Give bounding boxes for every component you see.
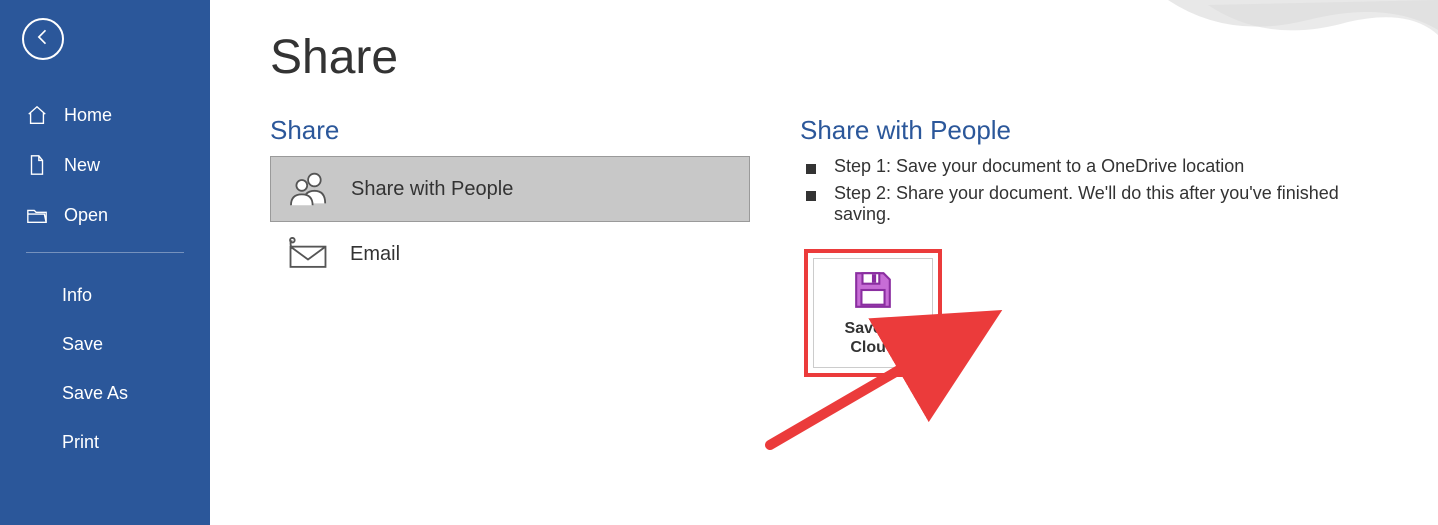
sidebar-item-new[interactable]: New (0, 140, 210, 190)
sidebar-item-label: Info (62, 285, 92, 305)
decorative-graphic (1168, 0, 1438, 60)
sidebar-item-home[interactable]: Home (0, 90, 210, 140)
sidebar-item-save-as[interactable]: Save As (0, 369, 210, 418)
sidebar-item-open[interactable]: Open (0, 190, 210, 240)
email-icon (284, 234, 332, 274)
back-button[interactable] (22, 18, 64, 60)
share-section-title: Share (270, 115, 750, 146)
open-folder-icon (26, 204, 48, 226)
share-step-1: Step 1: Save your document to a OneDrive… (800, 156, 1398, 177)
share-options-column: Share Share with People (270, 115, 750, 377)
home-icon (26, 104, 48, 126)
share-detail-title: Share with People (800, 115, 1398, 146)
share-option-email[interactable]: Email (270, 222, 750, 286)
sidebar-item-label: Save (62, 334, 103, 354)
backstage-sidebar: Home New Open Info Save Save As Print (0, 0, 210, 525)
share-steps: Step 1: Save your document to a OneDrive… (800, 156, 1398, 225)
new-doc-icon (26, 154, 48, 176)
share-option-share-with-people[interactable]: Share with People (270, 156, 750, 222)
annotation-highlight-box: Save to Cloud (804, 249, 942, 377)
sidebar-item-label: Open (64, 205, 108, 226)
backstage-view: Home New Open Info Save Save As Print (0, 0, 1438, 525)
sidebar-item-label: Home (64, 105, 112, 126)
people-icon (285, 169, 333, 209)
floppy-disk-icon (820, 269, 926, 311)
sidebar-item-save[interactable]: Save (0, 320, 210, 369)
step-text: Step 2: Share your document. We'll do th… (834, 183, 1398, 225)
share-detail-column: Share with People Step 1: Save your docu… (800, 115, 1398, 377)
sidebar-item-label: New (64, 155, 100, 176)
sidebar-item-info[interactable]: Info (0, 271, 210, 320)
sidebar-item-print[interactable]: Print (0, 418, 210, 467)
share-option-label: Share with People (351, 178, 513, 201)
bullet-icon (806, 191, 816, 201)
sidebar-item-label: Save As (62, 383, 128, 403)
share-step-2: Step 2: Share your document. We'll do th… (800, 183, 1398, 225)
share-option-label: Email (350, 243, 400, 266)
bullet-icon (806, 164, 816, 174)
step-text: Step 1: Save your document to a OneDrive… (834, 156, 1244, 177)
sidebar-item-label: Print (62, 432, 99, 452)
back-arrow-icon (33, 27, 53, 52)
button-label: Save to Cloud (820, 319, 926, 357)
backstage-main: Share Share Share with People (210, 0, 1438, 525)
sidebar-separator (26, 252, 184, 253)
save-to-cloud-button[interactable]: Save to Cloud (813, 258, 933, 368)
